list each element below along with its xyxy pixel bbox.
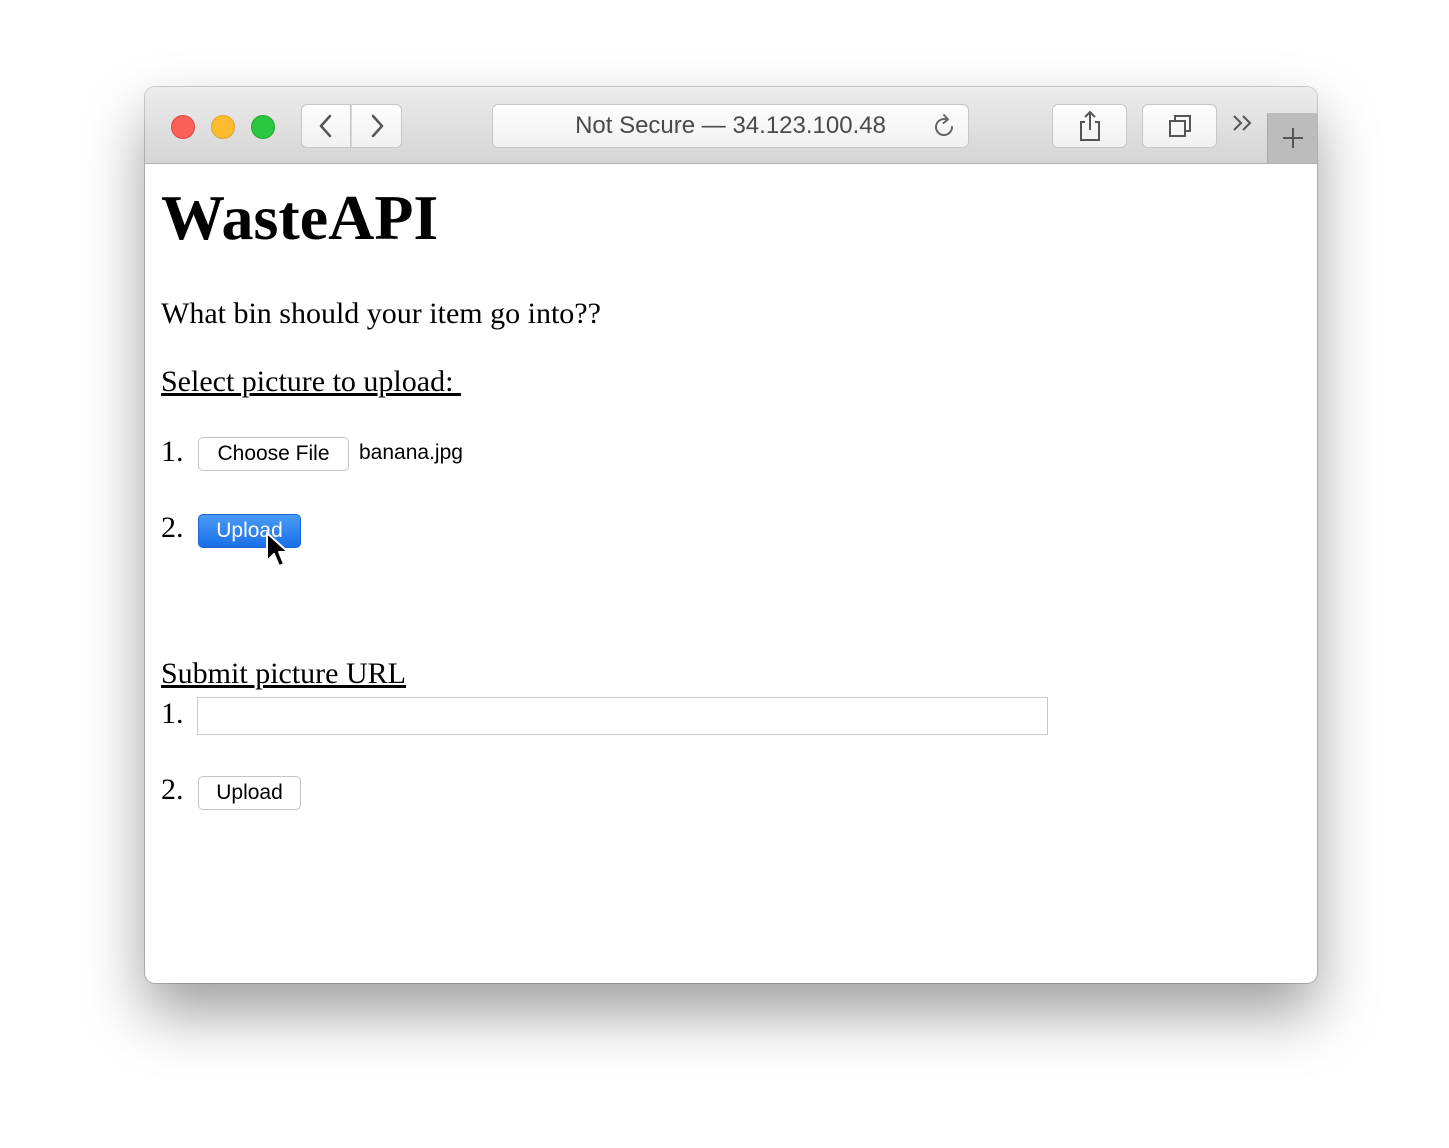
tabs-icon (1168, 115, 1191, 137)
selected-filename: banana.jpg (359, 441, 463, 464)
page-content: WasteAPI What bin should your item go in… (145, 164, 1317, 983)
back-icon (319, 114, 332, 138)
plus-icon (1282, 128, 1303, 148)
close-window-button[interactable] (171, 115, 195, 139)
question-text: What bin should your item go into?? (161, 297, 601, 330)
page-title: WasteAPI (161, 182, 439, 253)
zoom-window-button[interactable] (251, 115, 275, 139)
show-tabs-button[interactable] (1142, 104, 1217, 148)
upload-section-heading: Select picture to upload: (161, 365, 461, 398)
url-section-heading: Submit picture URL (161, 657, 406, 690)
address-text: Not Secure — 34.123.100.48 (575, 112, 886, 139)
forward-icon (371, 114, 383, 138)
picture-url-input[interactable] (197, 697, 1048, 735)
upload-step1-number: 1. (161, 435, 184, 468)
browser-window: Not Secure — 34.123.100.48 WasteAPI What… (145, 87, 1317, 983)
new-tab-button[interactable] (1267, 113, 1317, 163)
choose-file-button[interactable]: Choose File (198, 437, 349, 471)
reload-icon[interactable] (930, 113, 958, 141)
forward-button[interactable] (351, 104, 402, 148)
chevrons-icon[interactable] (1231, 111, 1255, 135)
mouse-pointer-icon (266, 532, 289, 567)
url-step2-number: 2. (161, 773, 184, 806)
title-bar: Not Secure — 34.123.100.48 (145, 87, 1317, 164)
upload-url-button[interactable]: Upload (198, 776, 301, 810)
share-button[interactable] (1052, 104, 1127, 148)
url-step1-number: 1. (161, 697, 184, 730)
back-button[interactable] (301, 104, 351, 148)
address-bar[interactable]: Not Secure — 34.123.100.48 (492, 104, 969, 148)
upload-step2-number: 2. (161, 511, 184, 544)
minimize-window-button[interactable] (211, 115, 235, 139)
share-icon (1079, 110, 1100, 141)
